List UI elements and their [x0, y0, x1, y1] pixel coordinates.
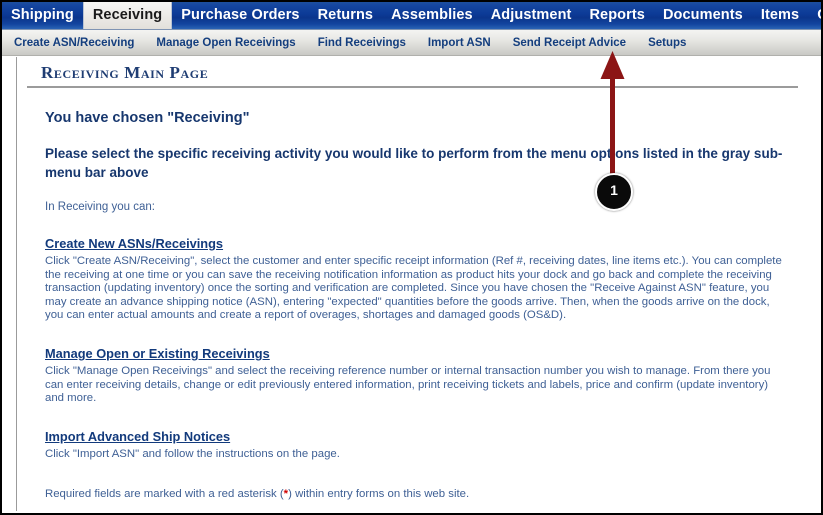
required-fields-note-prefix: Required fields are marked with a red as… [45, 488, 284, 501]
nav-tab-returns[interactable]: Returns [309, 2, 383, 29]
main-navigation-bar: Shipping Receiving Purchase Orders Retur… [2, 2, 821, 30]
link-create-new-asns-receivings[interactable]: Create New ASNs/Receivings [45, 236, 223, 251]
section-body-create-new-asns: Click "Create ASN/Receiving", select the… [45, 255, 782, 322]
section-body-manage-open-receivings: Click "Manage Open Receivings" and selec… [45, 364, 771, 405]
nav-tab-receiving[interactable]: Receiving [82, 2, 173, 29]
nav-tab-customers[interactable]: Customers [808, 2, 821, 29]
nav-tab-adjustment[interactable]: Adjustment [482, 2, 581, 29]
subnav-item-setups[interactable]: Setups [637, 37, 697, 49]
link-import-advanced-ship-notices[interactable]: Import Advanced Ship Notices [45, 429, 230, 444]
nav-tab-items[interactable]: Items [752, 2, 808, 29]
subnav-item-send-receipt-advice[interactable]: Send Receipt Advice [502, 37, 637, 49]
section-create-new-asns: Create New ASNs/Receivings Click "Create… [45, 235, 783, 323]
subnav-item-manage-open-receivings[interactable]: Manage Open Receivings [145, 37, 306, 49]
page-title: Receiving Main Page [41, 63, 209, 82]
section-body-import-advanced-ship-notices: Click "Import ASN" and follow the instru… [45, 447, 340, 460]
nav-tab-reports[interactable]: Reports [580, 2, 654, 29]
content-panel: Receiving Main Page You have chosen "Rec… [16, 57, 813, 511]
section-manage-open-receivings: Manage Open or Existing Receivings Click… [45, 345, 783, 406]
nav-tab-assemblies[interactable]: Assemblies [382, 2, 482, 29]
link-manage-open-or-existing-receivings[interactable]: Manage Open or Existing Receivings [45, 346, 270, 361]
nav-tab-purchase-orders[interactable]: Purchase Orders [172, 2, 308, 29]
subnav-item-create-asn-receiving[interactable]: Create ASN/Receiving [2, 37, 145, 49]
subnav-item-import-asn[interactable]: Import ASN [417, 37, 502, 49]
nav-tab-shipping[interactable]: Shipping [2, 2, 83, 29]
application-window: Shipping Receiving Purchase Orders Retur… [0, 0, 823, 515]
page-heading: You have chosen "Receiving" [45, 110, 250, 126]
page-body: You have chosen "Receiving" Please selec… [17, 88, 813, 500]
subnav-item-find-receivings[interactable]: Find Receivings [307, 37, 417, 49]
page-subheading: Please select the specific receiving act… [45, 146, 783, 180]
sub-navigation-bar: Create ASN/Receiving Manage Open Receivi… [2, 30, 821, 56]
intro-text: In Receiving you can: [45, 201, 155, 213]
section-import-advanced-ship-notices: Import Advanced Ship Notices Click "Impo… [45, 428, 783, 462]
required-fields-note: Required fields are marked with a red as… [45, 488, 783, 500]
nav-tab-documents[interactable]: Documents [654, 2, 752, 29]
required-fields-note-suffix: ) within entry forms on this web site. [288, 488, 470, 501]
